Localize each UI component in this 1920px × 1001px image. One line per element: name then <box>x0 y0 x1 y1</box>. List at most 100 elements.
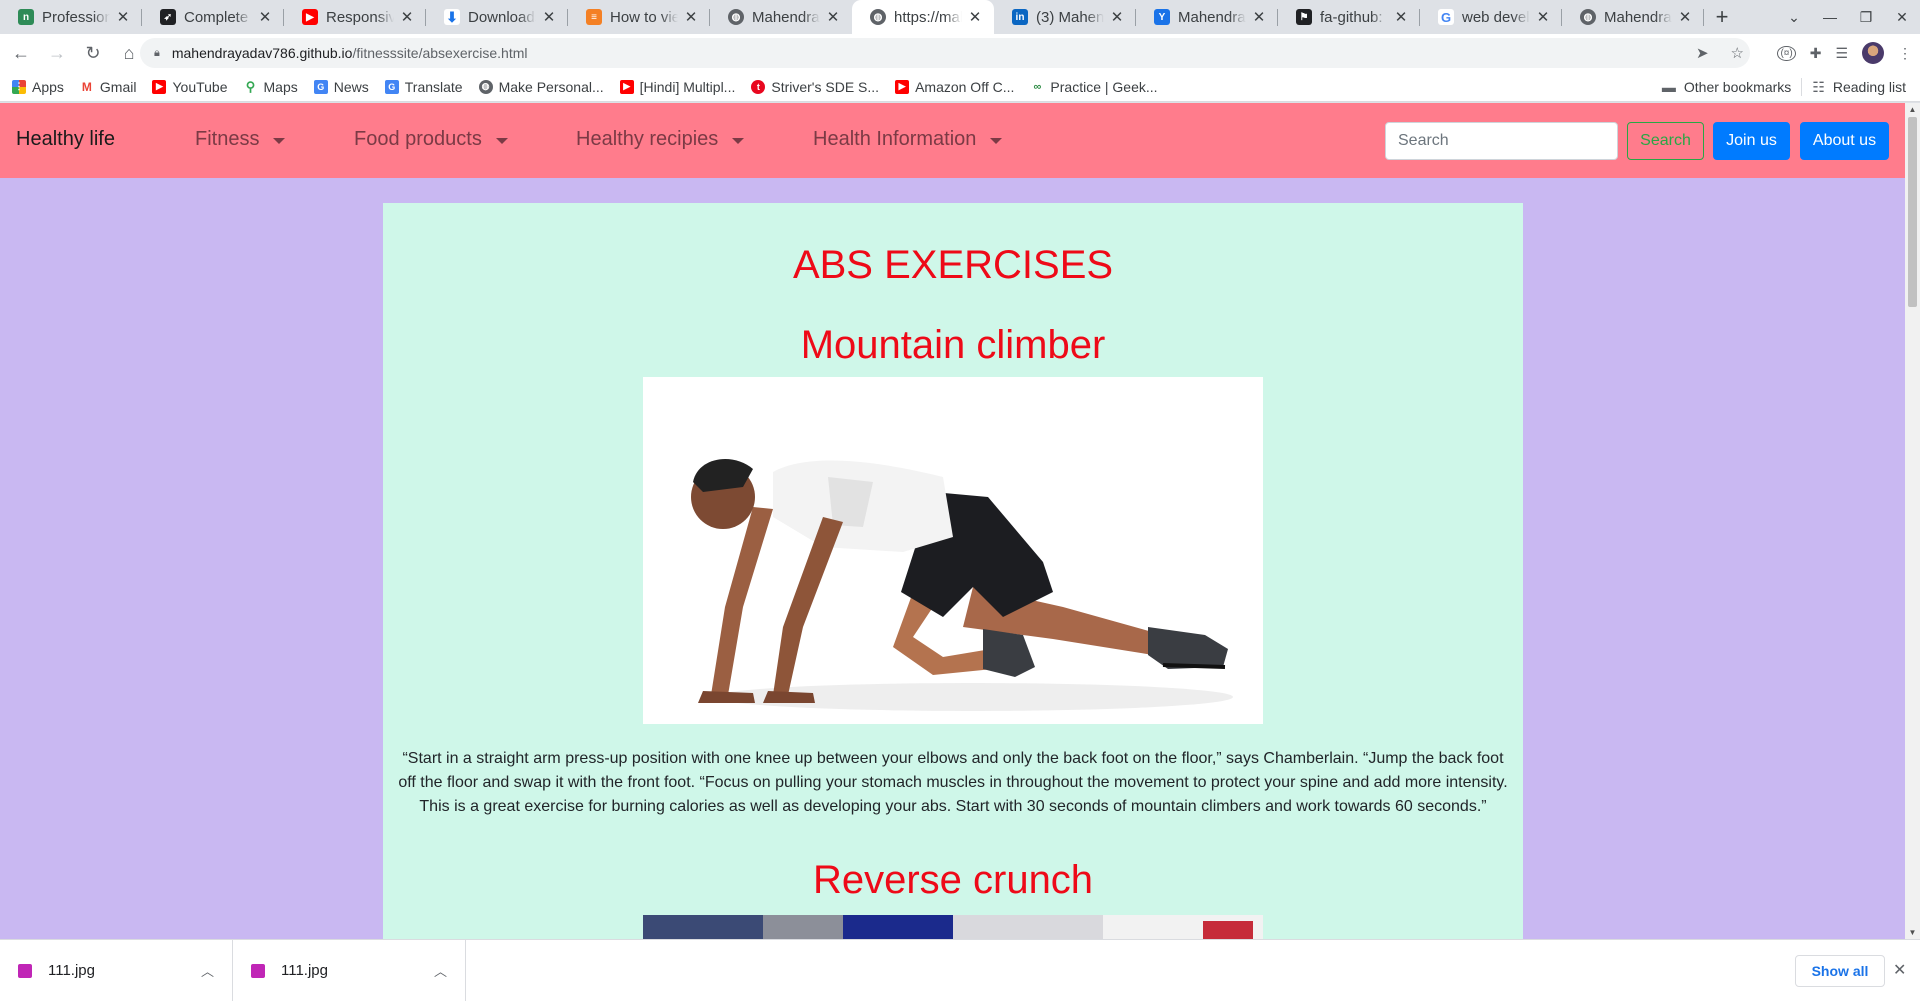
close-icon[interactable]: ✕ <box>1250 8 1268 26</box>
bookmark-practice-geeks[interactable]: ∞ Practice | Geek... <box>1030 79 1158 95</box>
back-arrow-icon[interactable]: ← <box>6 38 36 68</box>
browser-tab[interactable]: ⚑fa-github: F✕ <box>1278 0 1420 34</box>
close-icon[interactable]: ✕ <box>1392 8 1410 26</box>
close-icon[interactable]: ✕ <box>824 8 842 26</box>
page-scrollbar[interactable]: ▲ ▼ <box>1905 103 1920 939</box>
close-icon[interactable]: ✕ <box>1893 960 1906 980</box>
gym-photo-illustration <box>643 915 1263 939</box>
web-content: Healthy life Fitness Food products Healt… <box>0 103 1905 939</box>
menu-kebab-icon[interactable]: ⋮ <box>1898 45 1912 62</box>
chevron-up-icon[interactable]: ︿ <box>434 961 447 980</box>
tab-strip: nProfessional✕ ➶Complete Python✕ ▶Respon… <box>0 0 1920 34</box>
section-heading-mountain-climber: Mountain climber <box>800 323 1106 367</box>
search-input[interactable] <box>1385 122 1618 160</box>
stackoverflow-icon: ≡ <box>586 9 602 25</box>
close-icon[interactable]: ✕ <box>1534 8 1552 26</box>
image-file-icon <box>18 963 32 978</box>
bookmark-star-icon[interactable]: ☆ <box>1731 44 1744 62</box>
minimize-icon[interactable]: — <box>1812 9 1848 25</box>
address-bar[interactable]: 🔒︎ mahendrayadav786.github.io/fitnesssit… <box>140 38 1750 68</box>
close-icon[interactable]: ✕ <box>966 8 984 26</box>
bookmark-youtube[interactable]: ▶ YouTube <box>152 79 228 95</box>
browser-tab[interactable]: ▶Responsive✕ <box>284 0 426 34</box>
nav-fitness-dropdown[interactable]: Fitness <box>195 128 286 151</box>
youtube-icon: ▶ <box>619 79 634 94</box>
close-icon[interactable]: ✕ <box>540 8 558 26</box>
window-controls: ⌄ — ❐ ✕ <box>1776 0 1920 34</box>
bookmark-maps[interactable]: ⚲ Maps <box>243 79 298 95</box>
chevron-up-icon[interactable]: ︿ <box>201 961 214 980</box>
caret-down-icon <box>495 137 508 144</box>
new-tab-button[interactable]: + <box>1704 0 1740 34</box>
nav-healthy-recipies-dropdown[interactable]: Healthy recipies <box>576 128 745 151</box>
nav-health-information-dropdown[interactable]: Health Information <box>813 128 1003 151</box>
maps-pin-icon: ⚲ <box>243 79 258 94</box>
close-icon[interactable]: ✕ <box>398 8 416 26</box>
close-icon[interactable]: ✕ <box>256 8 274 26</box>
bookmark-make-personal[interactable]: ◍ Make Personal... <box>478 79 604 95</box>
join-us-button[interactable]: Join us <box>1713 122 1790 160</box>
browser-tab[interactable]: ➶Complete Python✕ <box>142 0 284 34</box>
youtube-icon: ▶ <box>302 9 318 25</box>
browser-tab[interactable]: Gweb develop✕ <box>1420 0 1562 34</box>
browser-tab[interactable]: in(3) Mahendra✕ <box>994 0 1136 34</box>
bookmark-amazon-off[interactable]: ▶ Amazon Off C... <box>895 79 1014 95</box>
extension-icon[interactable]: (¤) <box>1777 45 1796 61</box>
browser-tab[interactable]: ◍Mahendra Y✕ <box>710 0 852 34</box>
browser-tab-active[interactable]: ◍https://mahendra✕ <box>852 0 994 34</box>
scroll-down-icon[interactable]: ▼ <box>1905 928 1920 937</box>
forward-arrow-icon[interactable]: → <box>42 38 72 68</box>
bookmarks-bar: ⋮ Apps M Gmail ▶ YouTube ⚲ Maps G News G Trans… <box>0 72 1920 102</box>
site-brand[interactable]: Healthy life <box>16 128 115 151</box>
reload-icon[interactable]: ↻ <box>78 38 108 68</box>
other-bookmarks[interactable]: Other bookmarks <box>1684 79 1791 95</box>
reading-list-icon: ☷ <box>1812 78 1825 95</box>
close-icon[interactable]: ✕ <box>1108 8 1126 26</box>
reading-list[interactable]: Reading list <box>1833 79 1906 95</box>
download-item[interactable]: 111.jpg ︿ <box>233 940 466 1001</box>
browser-tab[interactable]: YMahendra Y✕ <box>1136 0 1278 34</box>
media-control-icon[interactable]: ☰ <box>1835 45 1848 62</box>
ninja-icon: n <box>18 9 34 25</box>
folder-icon: ▬ <box>1661 79 1676 95</box>
restore-icon[interactable]: ❐ <box>1848 9 1884 26</box>
send-to-device-icon[interactable]: ➤ <box>1696 44 1709 62</box>
browser-tab[interactable]: ◍Mahendra Y✕ <box>1562 0 1704 34</box>
browser-tab[interactable]: ⬇ Downloads ✕ <box>426 0 568 34</box>
show-all-button[interactable]: Show all <box>1795 955 1885 987</box>
youtube-icon: ▶ <box>152 79 167 94</box>
download-item[interactable]: 111.jpg ︿ <box>0 940 233 1001</box>
section-heading-reverse-crunch: Reverse crunch <box>812 858 1094 902</box>
youtube-icon: ▶ <box>895 79 910 94</box>
window-close-icon[interactable]: ✕ <box>1884 9 1920 26</box>
lock-icon[interactable]: 🔒︎ <box>154 47 160 60</box>
bookmark-translate[interactable]: G Translate <box>384 79 463 95</box>
caret-down-icon <box>990 137 1003 144</box>
browser-tab[interactable]: nProfessional✕ <box>0 0 142 34</box>
page-title: ABS EXERCISES <box>792 243 1114 287</box>
bookmark-strivers-sde[interactable]: t Striver's SDE S... <box>751 79 879 95</box>
codeforces-icon: Y <box>1154 9 1170 25</box>
browser-tab[interactable]: ≡How to view✕ <box>568 0 710 34</box>
translate-icon: G <box>384 79 399 94</box>
search-button[interactable]: Search <box>1627 122 1704 160</box>
mountain-climber-image <box>643 377 1263 724</box>
bookmark-news[interactable]: G News <box>313 79 369 95</box>
close-icon[interactable]: ✕ <box>682 8 700 26</box>
flag-icon: ⚑ <box>1296 9 1312 25</box>
globe-icon: ◍ <box>870 9 886 25</box>
nav-food-products-dropdown[interactable]: Food products <box>354 128 508 151</box>
caret-down-icon <box>273 137 286 144</box>
profile-avatar[interactable] <box>1862 42 1884 64</box>
about-us-button[interactable]: About us <box>1800 122 1889 160</box>
puzzle-extensions-icon[interactable]: ✚ <box>1810 45 1822 62</box>
scrollbar-thumb[interactable] <box>1908 117 1917 307</box>
scroll-up-icon[interactable]: ▲ <box>1905 105 1920 114</box>
bookmark-gmail[interactable]: M Gmail <box>79 79 136 95</box>
bookmark-apps[interactable]: ⋮ Apps <box>12 79 64 95</box>
bookmark-hindi-multiple[interactable]: ▶ [Hindi] Multipl... <box>619 79 735 95</box>
close-icon[interactable]: ✕ <box>1676 8 1694 26</box>
divider <box>1801 78 1803 96</box>
tab-search-icon[interactable]: ⌄ <box>1776 9 1812 26</box>
close-icon[interactable]: ✕ <box>114 8 132 26</box>
